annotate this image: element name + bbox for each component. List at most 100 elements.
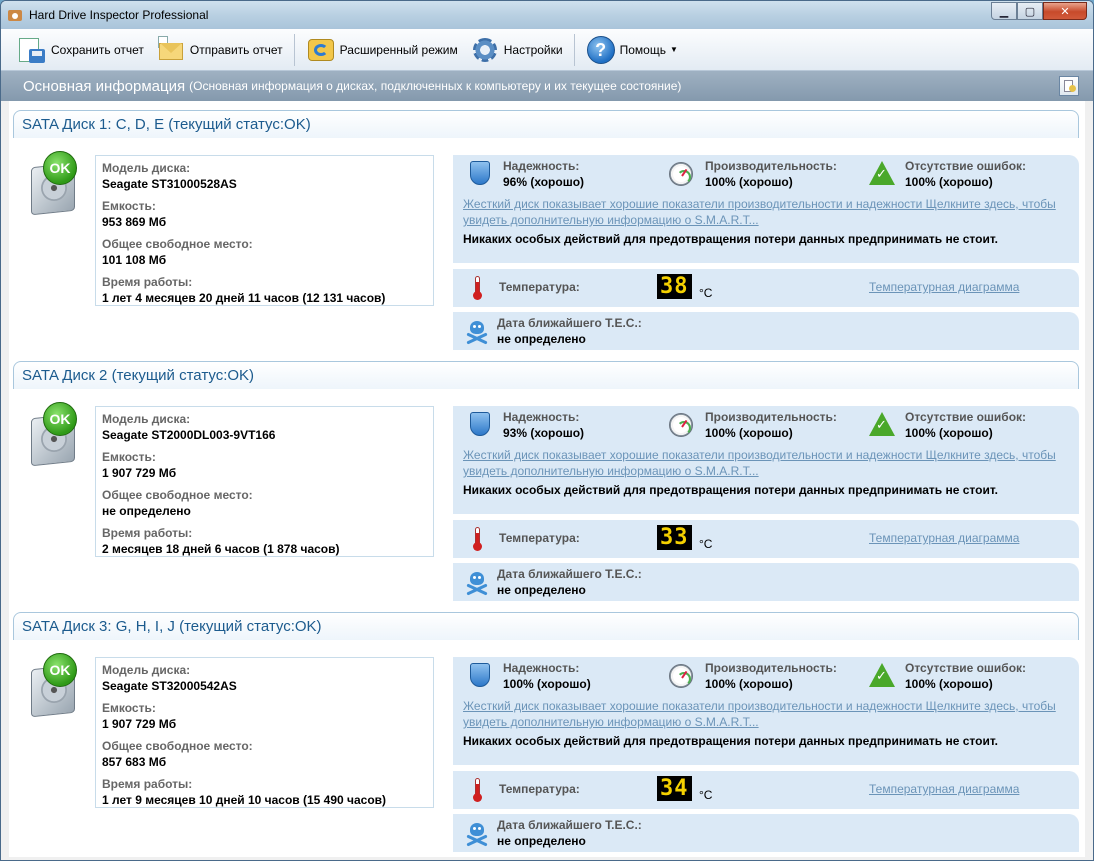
uptime-value: 1 лет 9 месяцев 10 дней 10 часов (15 490… (102, 793, 387, 807)
capacity-value: 1 907 729 Мб (102, 466, 177, 480)
thermometer-icon (473, 527, 482, 551)
minimize-button[interactable]: ▁ (991, 2, 1017, 20)
advice-text: Никаких особых действий для предотвращен… (463, 483, 998, 497)
thermometer-icon (473, 276, 482, 300)
app-window: Hard Drive Inspector Professional ▁ ▢ ✕ … (0, 0, 1094, 861)
smart-info-link[interactable]: Жесткий диск показывает хорошие показате… (463, 447, 1063, 479)
uptime-label: Время работы: (102, 526, 193, 540)
tec-label: Дата ближайшего T.E.C.: (497, 567, 642, 581)
advanced-mode-button[interactable]: Расширенный режим (300, 32, 464, 68)
free-space-value: 101 108 Мб (102, 253, 167, 267)
model-value: Seagate ST2000DL003-9VT166 (102, 428, 276, 442)
no-errors-label: Отсутствие ошибок: (905, 661, 1027, 675)
temperature-unit: °C (699, 788, 713, 802)
title-bar[interactable]: Hard Drive Inspector Professional ▁ ▢ ✕ (1, 1, 1093, 29)
content-border (1085, 101, 1093, 857)
disk-title[interactable]: SATA Диск 1: C, D, E (текущий статус:OK) (13, 110, 1079, 138)
send-report-label: Отправить отчет (189, 42, 283, 57)
smart-info-link[interactable]: Жесткий диск показывает хорошие показате… (463, 196, 1063, 228)
temperature-chart-link[interactable]: Температурная диаграмма (869, 280, 1019, 294)
advice-text: Никаких особых действий для предотвращен… (463, 734, 998, 748)
disk-ok-icon: OK (27, 653, 83, 719)
skull-icon (465, 320, 489, 345)
disk-card: SATA Диск 3: G, H, I, J (текущий статус:… (9, 603, 1085, 854)
window-title: Hard Drive Inspector Professional (29, 8, 209, 22)
capacity-label: Емкость: (102, 450, 156, 464)
reliability-label: Надежность: (503, 661, 580, 675)
free-space-label: Общее свободное место: (102, 739, 253, 753)
advice-text: Никаких особых действий для предотвращен… (463, 232, 998, 246)
disk-info-box: Модель диска: Seagate ST31000528AS Емкос… (95, 155, 434, 306)
model-label: Модель диска: (102, 412, 191, 426)
reliability-value: 100% (хорошо) (503, 677, 591, 691)
disk-list[interactable]: SATA Диск 1: C, D, E (текущий статус:OK)… (9, 101, 1085, 857)
reliability-label: Надежность: (503, 410, 580, 424)
disk-title[interactable]: SATA Диск 2 (текущий статус:OK) (13, 361, 1079, 389)
disk-info-box: Модель диска: Seagate ST32000542AS Емкос… (95, 657, 434, 808)
smart-info-link[interactable]: Жесткий диск показывает хорошие показате… (463, 698, 1063, 730)
advanced-mode-icon (306, 35, 336, 65)
send-report-button[interactable]: Отправить отчет (150, 32, 289, 68)
save-report-label: Сохранить отчет (51, 42, 144, 57)
maximize-button[interactable]: ▢ (1017, 2, 1043, 20)
no-errors-label: Отсутствие ошибок: (905, 410, 1027, 424)
shield-icon (470, 412, 490, 436)
advanced-mode-label: Расширенный режим (339, 42, 458, 57)
no-errors-label: Отсутствие ошибок: (905, 159, 1027, 173)
model-value: Seagate ST31000528AS (102, 177, 237, 191)
temperature-value: 34 (657, 776, 692, 801)
temperature-label: Температура: (499, 531, 580, 545)
uptime-label: Время работы: (102, 777, 193, 791)
app-hdd-icon (7, 7, 23, 23)
disk-info-box: Модель диска: Seagate ST2000DL003-9VT166… (95, 406, 434, 557)
settings-button[interactable]: Настройки (464, 32, 569, 68)
performance-value: 100% (хорошо) (705, 175, 793, 189)
temperature-unit: °C (699, 537, 713, 551)
shield-icon (470, 161, 490, 185)
performance-value: 100% (хорошо) (705, 426, 793, 440)
close-button[interactable]: ✕ (1043, 2, 1087, 20)
free-space-label: Общее свободное место: (102, 488, 253, 502)
uptime-value: 2 месяцев 18 дней 6 часов (1 878 часов) (102, 542, 340, 556)
ok-badge: OK (43, 151, 77, 185)
temperature-label: Температура: (499, 782, 580, 796)
disk-title[interactable]: SATA Диск 3: G, H, I, J (текущий статус:… (13, 612, 1079, 640)
page-title: Основная информация (23, 77, 186, 95)
gear-icon (470, 35, 500, 65)
health-panel: Надежность: 96% (хорошо) Производительно… (453, 155, 1079, 263)
save-report-button[interactable]: Сохранить отчет (11, 32, 150, 68)
health-panel: Надежность: 100% (хорошо) Производительн… (453, 657, 1079, 765)
skull-icon (465, 571, 489, 596)
disk-ok-icon: OK (27, 402, 83, 468)
free-space-value: не определено (102, 504, 191, 518)
capacity-value: 953 869 Мб (102, 215, 167, 229)
note-icon (1069, 85, 1076, 92)
temperature-panel: Температура: 34 °C Температурная диаграм… (453, 771, 1079, 809)
gauge-icon (669, 413, 693, 437)
temperature-chart-link[interactable]: Температурная диаграмма (869, 782, 1019, 796)
temperature-value: 38 (657, 274, 692, 299)
help-label: Помощь (619, 42, 666, 57)
free-space-value: 857 683 Мб (102, 755, 167, 769)
reliability-value: 93% (хорошо) (503, 426, 585, 440)
tec-value: не определено (497, 332, 586, 346)
help-button[interactable]: ? Помощь ▼ (580, 32, 684, 68)
tec-value: не определено (497, 834, 586, 848)
uptime-label: Время работы: (102, 275, 193, 289)
reliability-label: Надежность: (503, 159, 580, 173)
settings-label: Настройки (503, 42, 563, 57)
temperature-chart-link[interactable]: Температурная диаграмма (869, 531, 1019, 545)
tec-panel: Дата ближайшего T.E.C.: не определено (453, 563, 1079, 601)
tec-label: Дата ближайшего T.E.C.: (497, 316, 642, 330)
temperature-unit: °C (699, 286, 713, 300)
performance-value: 100% (хорошо) (705, 677, 793, 691)
help-glyph: ? (586, 35, 615, 64)
toolbar-separator (293, 33, 295, 66)
capacity-label: Емкость: (102, 199, 156, 213)
model-label: Модель диска: (102, 663, 191, 677)
temperature-label: Температура: (499, 280, 580, 294)
thermometer-icon (473, 778, 482, 802)
reliability-value: 96% (хорошо) (503, 175, 585, 189)
save-report-icon (17, 35, 47, 65)
report-note-button[interactable] (1059, 76, 1079, 96)
